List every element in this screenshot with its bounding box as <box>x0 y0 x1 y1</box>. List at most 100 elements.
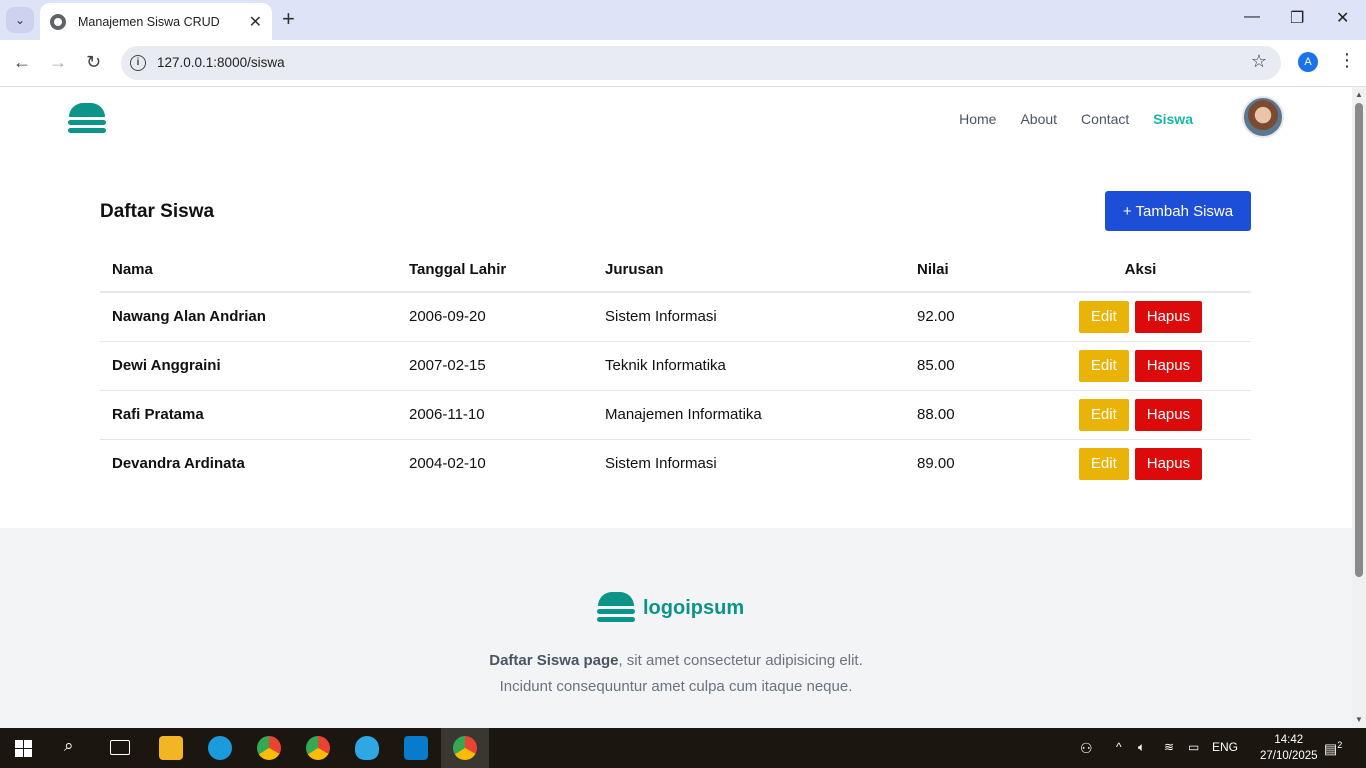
delete-button[interactable]: Hapus <box>1134 300 1203 333</box>
cell-nilai: 88.00 <box>905 390 1030 440</box>
tab-search-chevron-icon[interactable]: ⌄ <box>6 7 34 33</box>
footer-text-bold: Daftar Siswa page <box>489 652 619 669</box>
cell-nilai: 85.00 <box>905 341 1030 391</box>
logo-wave-icon <box>597 592 635 624</box>
delete-button[interactable]: Hapus <box>1134 447 1203 480</box>
windows-start-icon[interactable] <box>15 740 32 757</box>
cell-nama: Devandra Ardinata <box>112 455 245 473</box>
cell-nilai: 89.00 <box>917 455 955 473</box>
new-tab-icon[interactable]: + <box>282 8 295 30</box>
nav-contact[interactable]: Contact <box>1081 111 1129 127</box>
clock[interactable]: 14:42 27/10/2025 <box>1260 732 1318 764</box>
vscode-icon[interactable] <box>404 736 428 760</box>
table-row: Nawang Alan Andrian 2006-09-20 Sistem In… <box>100 292 1251 342</box>
column-header-aksi: Aksi <box>1030 247 1251 293</box>
cell-jurusan: Sistem Informasi <box>593 292 905 342</box>
column-header-jurusan: Jurusan <box>593 247 905 293</box>
close-tab-icon[interactable]: ✕ <box>249 12 262 32</box>
table-header-row: Nama Tanggal Lahir Jurusan Nilai Aksi <box>100 247 1251 293</box>
footer-text-line2: Incidunt consequuntur amet culpa cum ita… <box>499 678 853 695</box>
chrome-icon[interactable] <box>453 736 477 760</box>
url-text[interactable]: 127.0.0.1:8000/siswa <box>157 55 285 70</box>
browser-tab[interactable]: Manajemen Siswa CRUD ✕ <box>40 3 272 40</box>
footer: logoipsum Daftar Siswa page, sit amet co… <box>0 528 1352 728</box>
cell-aksi: Edit Hapus <box>1030 292 1251 342</box>
table-row: Dewi Anggraini 2007-02-15 Teknik Informa… <box>100 341 1251 391</box>
file-explorer-icon[interactable] <box>159 736 183 760</box>
column-header-nilai: Nilai <box>905 247 1030 293</box>
edit-button[interactable]: Edit <box>1078 447 1129 480</box>
column-header-tanggal-lahir: Tanggal Lahir <box>397 247 593 293</box>
tab-title: Manajemen Siswa CRUD <box>78 14 220 29</box>
cell-aksi: Edit Hapus <box>1030 390 1251 440</box>
logo-wave-icon[interactable] <box>68 103 106 135</box>
task-view-icon[interactable] <box>110 740 130 755</box>
table-row: Devandra Ardinata 2004-02-10 Sistem Info… <box>100 439 1251 488</box>
cell-nama: Dewi Anggraini <box>100 341 397 391</box>
volume-icon[interactable]: 🔈︎ <box>1138 740 1145 755</box>
window-close-icon[interactable]: ✕ <box>1336 8 1349 28</box>
notification-icon[interactable]: ▤2 <box>1324 740 1342 758</box>
cell-tanggal-lahir: 2006-11-10 <box>397 390 593 440</box>
bookmark-star-icon[interactable]: ☆ <box>1251 51 1267 72</box>
footer-logo-text: logoipsum <box>643 596 745 619</box>
cell-jurusan: Manajemen Informatika <box>593 390 905 440</box>
network-icon[interactable]: ≋ <box>1164 740 1174 754</box>
column-header-nama: Nama <box>100 247 397 293</box>
students-table: Nama Tanggal Lahir Jurusan Nilai Aksi Na… <box>100 247 1251 488</box>
edit-button[interactable]: Edit <box>1078 398 1129 431</box>
cell-tanggal-lahir: 2007-02-15 <box>397 341 593 391</box>
cell-jurusan: Teknik Informatika <box>593 341 905 391</box>
table-row: Rafi Pratama 2006-11-10 Manajemen Inform… <box>100 390 1251 440</box>
page-title: Daftar Siswa <box>100 201 215 222</box>
app-icon[interactable] <box>355 736 379 760</box>
delete-button[interactable]: Hapus <box>1134 398 1203 431</box>
nav-about[interactable]: About <box>1020 111 1057 127</box>
clock-time: 14:42 <box>1274 734 1304 746</box>
cell-nama: Rafi Pratama <box>100 390 397 440</box>
chrome-profile-icon[interactable] <box>306 736 330 760</box>
main-nav: Home About Contact Siswa <box>959 111 1193 127</box>
user-avatar[interactable] <box>1242 96 1284 138</box>
edit-button[interactable]: Edit <box>1078 349 1129 382</box>
site-info-icon[interactable]: i <box>130 55 146 71</box>
nav-siswa[interactable]: Siswa <box>1153 111 1193 127</box>
globe-icon <box>50 13 66 30</box>
notification-count: 2 <box>1337 740 1343 750</box>
scrollbar-thumb[interactable] <box>1355 103 1363 577</box>
add-student-button[interactable]: + Tambah Siswa <box>1105 191 1251 231</box>
reload-icon[interactable]: ↻ <box>86 52 101 73</box>
footer-logo[interactable]: logoipsum <box>597 592 744 624</box>
search-icon[interactable]: ⌕ <box>64 736 74 756</box>
page-content: Home About Contact Siswa Daftar Siswa + … <box>0 87 1352 728</box>
cell-nama: Nawang Alan Andrian <box>100 292 397 342</box>
browser-menu-icon[interactable]: ⋮ <box>1338 50 1356 71</box>
nav-home[interactable]: Home <box>959 111 996 127</box>
people-icon[interactable]: ⚇ <box>1080 740 1093 757</box>
cell-tanggal-lahir: 2004-02-10 <box>409 455 486 473</box>
cell-aksi: Edit Hapus <box>1030 439 1251 488</box>
footer-text-rest: , sit amet consectetur adipisicing elit. <box>618 652 863 669</box>
edit-button[interactable]: Edit <box>1078 300 1129 333</box>
restore-icon[interactable]: ❐ <box>1290 8 1304 28</box>
back-icon[interactable]: ← <box>13 52 31 73</box>
address-bar[interactable]: i 127.0.0.1:8000/siswa ☆ <box>121 46 1281 80</box>
footer-description: Daftar Siswa page, sit amet consectetur … <box>0 648 1352 700</box>
delete-button[interactable]: Hapus <box>1134 349 1203 382</box>
chevron-up-icon[interactable]: ^ <box>1116 740 1122 754</box>
profile-avatar[interactable]: A <box>1298 52 1318 72</box>
chrome-profile-icon[interactable] <box>257 736 281 760</box>
battery-icon[interactable]: ▭ <box>1188 740 1199 754</box>
language-indicator[interactable]: ENG <box>1212 740 1238 754</box>
forward-icon[interactable]: → <box>49 52 67 73</box>
page-scrollbar[interactable]: ▲ ▼ <box>1352 87 1366 728</box>
edge-icon[interactable] <box>208 736 232 760</box>
scroll-down-icon[interactable]: ▼ <box>1355 715 1363 724</box>
browser-toolbar: ← → ↻ i 127.0.0.1:8000/siswa ☆ A ⋮ <box>0 40 1366 87</box>
minimize-icon[interactable]: — <box>1244 8 1260 26</box>
taskbar: ⌕ ⚇ ^ 🔈︎ ≋ ▭ ENG 14:42 27/10/2025 ▤2 <box>0 728 1366 768</box>
cell-aksi: Edit Hapus <box>1030 341 1251 391</box>
cell-nilai: 92.00 <box>905 292 1030 342</box>
scroll-up-icon[interactable]: ▲ <box>1355 90 1363 99</box>
clock-date: 27/10/2025 <box>1260 750 1318 762</box>
